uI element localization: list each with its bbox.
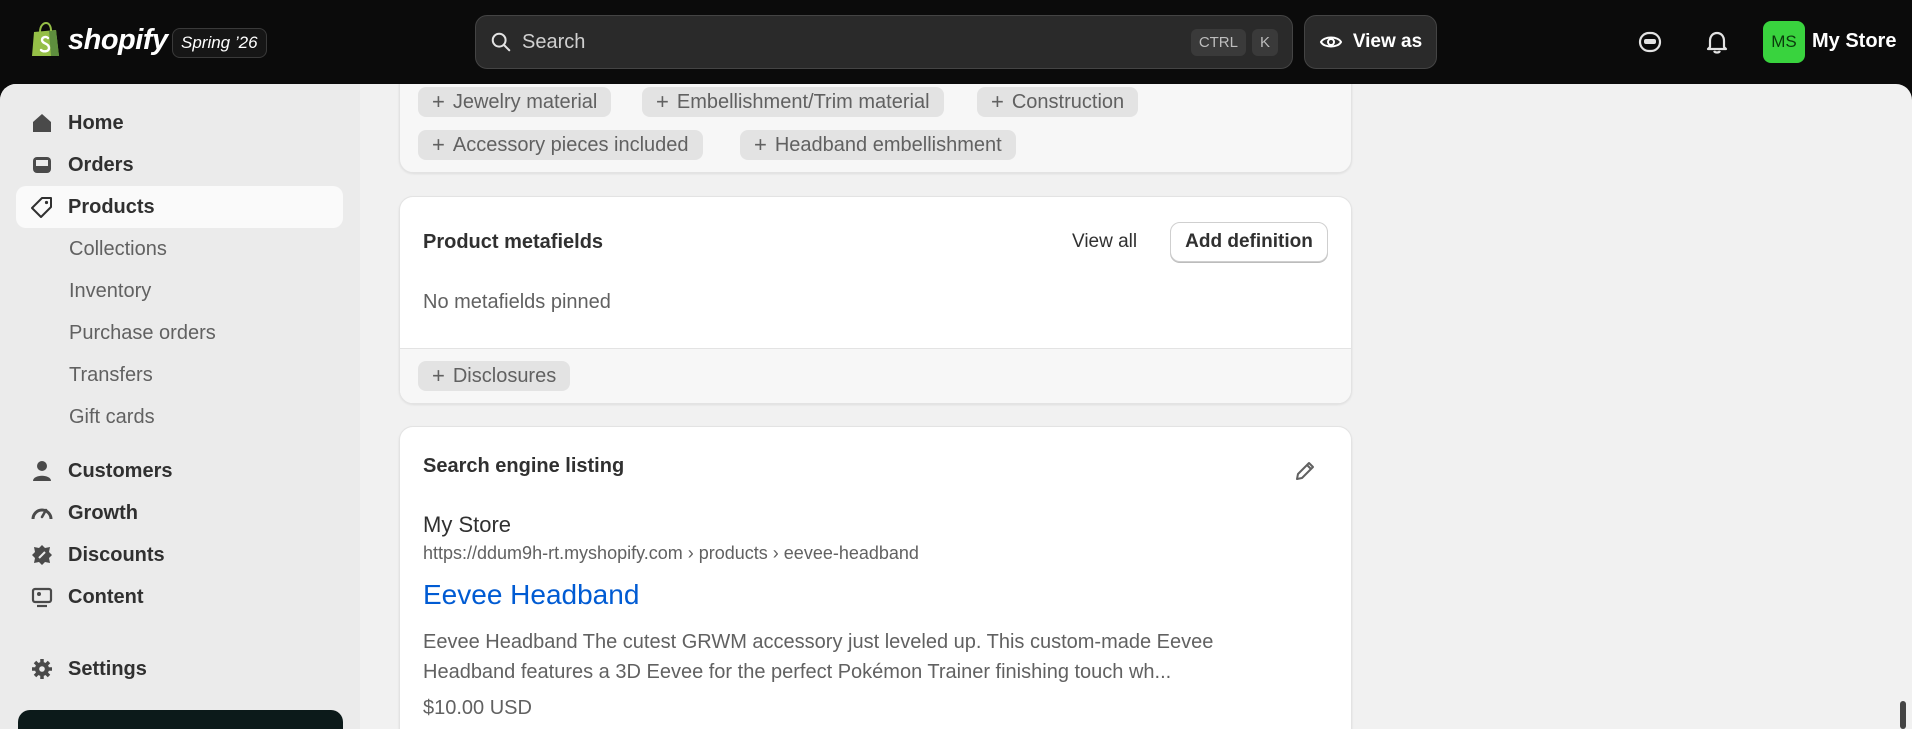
sidebar-item-growth[interactable]: Growth bbox=[16, 492, 343, 534]
gear-icon bbox=[30, 657, 54, 681]
notifications-button[interactable] bbox=[1703, 28, 1731, 56]
metafields-suggestions: + Disclosures bbox=[400, 348, 1351, 403]
discount-icon bbox=[30, 543, 54, 567]
sidebar-promo-card[interactable] bbox=[18, 710, 343, 729]
search-icon bbox=[491, 32, 511, 52]
sidebar-item-label: Growth bbox=[68, 501, 138, 524]
image-icon bbox=[30, 585, 54, 609]
sidebar-item-label: Content bbox=[68, 585, 144, 608]
page-scrollbar[interactable] bbox=[1900, 701, 1906, 729]
store-avatar[interactable]: MS bbox=[1763, 21, 1805, 63]
app-frame: Home Orders Products Collections Invento… bbox=[0, 84, 1912, 729]
product-metafields-card: Product metafields View all Add definiti… bbox=[399, 196, 1352, 404]
plus-icon: + bbox=[991, 89, 1004, 114]
add-disclosures-chip[interactable]: + Disclosures bbox=[418, 361, 571, 391]
search-bar[interactable]: CTRL K bbox=[475, 15, 1293, 69]
sidebar-subitem-collections[interactable]: Collections bbox=[69, 238, 167, 261]
card-title: Product metafields bbox=[423, 231, 604, 253]
category-attributes-card: + Jewelry material + Embellishment/Trim ma… bbox=[399, 84, 1352, 173]
sidebar-item-content[interactable]: Content bbox=[16, 576, 343, 618]
view-as-button[interactable]: View as bbox=[1304, 15, 1437, 69]
sidebar-subitem-inventory[interactable]: Inventory bbox=[69, 280, 151, 303]
shopify-bag-icon bbox=[32, 22, 59, 56]
sidekick-icon bbox=[1638, 31, 1662, 53]
inbox-icon bbox=[30, 153, 54, 177]
store-name[interactable]: My Store bbox=[1812, 30, 1896, 53]
empty-state-text: No metafields pinned bbox=[423, 291, 611, 313]
seo-description-line: Eevee Headband The cutest GRWM accessory… bbox=[423, 631, 1214, 653]
plus-icon: + bbox=[754, 132, 767, 157]
add-attribute-chip[interactable]: + Embellishment/Trim material bbox=[642, 87, 944, 117]
plus-icon: + bbox=[432, 89, 445, 114]
sidebar-item-home[interactable]: Home bbox=[16, 102, 343, 144]
pencil-icon bbox=[1296, 462, 1314, 480]
search-input[interactable] bbox=[522, 30, 1185, 54]
chip-label: Disclosures bbox=[452, 364, 557, 387]
sidebar-item-products[interactable]: Products bbox=[16, 186, 343, 228]
tag-icon bbox=[30, 195, 54, 219]
seo-description-line: Headband features a 3D Eevee for the per… bbox=[423, 661, 1172, 683]
sidebar-subitem-transfers[interactable]: Transfers bbox=[69, 364, 153, 387]
sidebar-item-label: Orders bbox=[68, 153, 134, 176]
sidebar-item-settings[interactable]: Settings bbox=[16, 648, 343, 690]
sidebar-item-label: Home bbox=[68, 111, 124, 134]
seo-store-name: My Store bbox=[423, 512, 512, 537]
gauge-icon bbox=[30, 501, 54, 525]
sidebar-item-label: Products bbox=[68, 195, 155, 218]
sidebar-item-customers[interactable]: Customers bbox=[16, 450, 343, 492]
sidebar-subitem-gift-cards[interactable]: Gift cards bbox=[69, 406, 155, 429]
sidebar-subitem-purchase-orders[interactable]: Purchase orders bbox=[69, 322, 216, 345]
plus-icon: + bbox=[656, 89, 669, 114]
add-attribute-chip[interactable]: + Accessory pieces included bbox=[418, 130, 703, 160]
shortcut-key-ctrl: CTRL bbox=[1190, 28, 1246, 56]
plus-icon: + bbox=[432, 363, 445, 388]
add-attribute-chip[interactable]: + Construction bbox=[977, 87, 1139, 117]
sidebar-item-orders[interactable]: Orders bbox=[16, 144, 343, 186]
plus-icon: + bbox=[432, 132, 445, 157]
chip-label: Construction bbox=[1011, 90, 1125, 113]
logo-text: shopify bbox=[68, 23, 168, 56]
sidebar-item-label: Customers bbox=[68, 459, 173, 482]
eye-icon bbox=[1319, 36, 1342, 48]
add-attribute-chip[interactable]: + Jewelry material bbox=[418, 87, 612, 117]
chip-label: Jewelry material bbox=[452, 90, 598, 113]
sidebar-item-label: Discounts bbox=[68, 543, 165, 566]
seo-price: $10.00 USD bbox=[423, 697, 532, 719]
add-definition-button[interactable]: Add definition bbox=[1170, 222, 1328, 262]
sidebar-item-label: Settings bbox=[68, 657, 147, 680]
chip-label: Headband embellishment bbox=[774, 133, 1002, 156]
release-badge[interactable]: Spring ’26 bbox=[172, 28, 267, 58]
add-attribute-chip[interactable]: + Headband embellishment bbox=[740, 130, 1016, 160]
sidebar: Home Orders Products Collections Invento… bbox=[0, 84, 360, 729]
person-icon bbox=[30, 459, 54, 483]
top-bar: shopify Spring ’26 CTRL K View as MS My … bbox=[0, 0, 1912, 84]
bell-icon bbox=[1706, 31, 1728, 54]
shopify-logo[interactable]: shopify bbox=[30, 22, 168, 58]
seo-url: https://ddum9h-rt.myshopify.com › produc… bbox=[423, 543, 919, 563]
seo-page-title: Eevee Headband bbox=[423, 579, 640, 610]
sidekick-button[interactable] bbox=[1636, 28, 1664, 56]
search-engine-listing-card: Search engine listing My Store https://d… bbox=[399, 426, 1352, 729]
seo-description: Eevee Headband The cutest GRWM accessory… bbox=[423, 627, 1213, 687]
card-title: Search engine listing bbox=[423, 455, 625, 477]
shortcut-key-k: K bbox=[1251, 28, 1278, 56]
chip-label: Embellishment/Trim material bbox=[676, 90, 930, 113]
sidebar-item-discounts[interactable]: Discounts bbox=[16, 534, 343, 576]
home-icon bbox=[30, 111, 54, 135]
chip-label: Accessory pieces included bbox=[452, 133, 689, 156]
edit-seo-button[interactable] bbox=[1293, 459, 1319, 485]
view-as-label: View as bbox=[1352, 31, 1423, 52]
view-all-link[interactable]: View all bbox=[1072, 231, 1137, 253]
